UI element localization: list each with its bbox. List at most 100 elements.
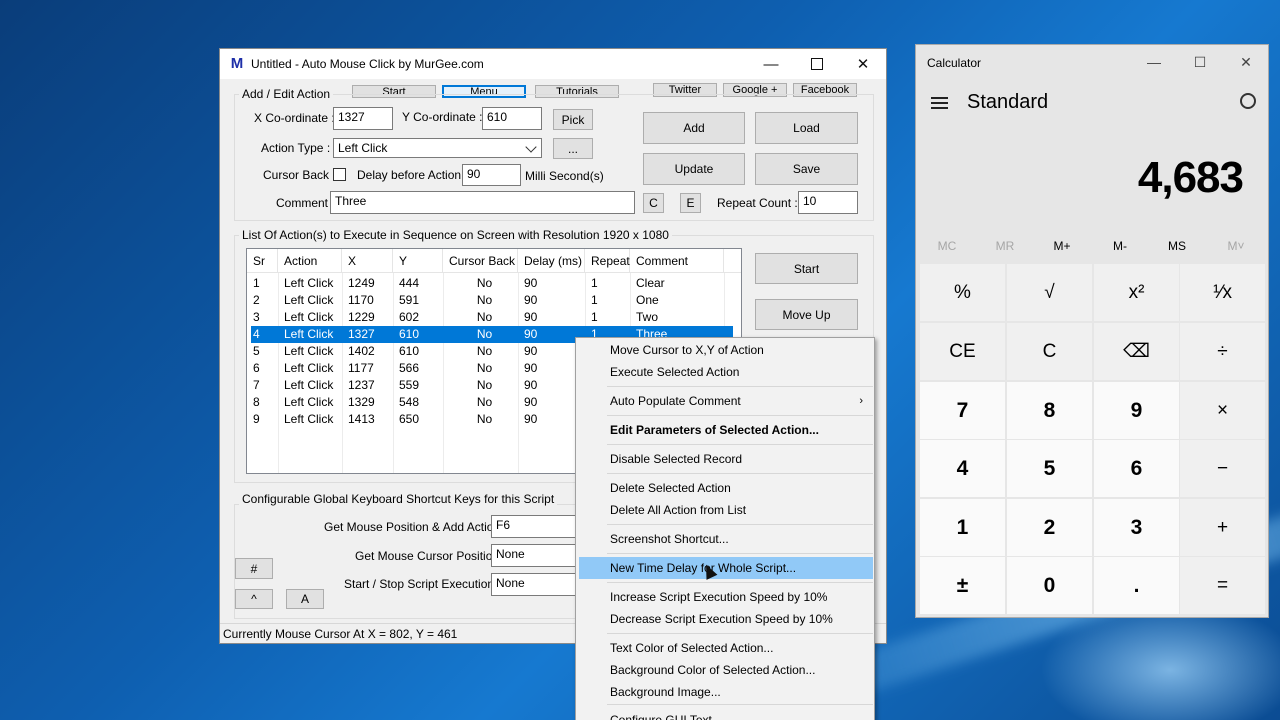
column-header-cursor-back[interactable]: Cursor Back <box>443 249 518 273</box>
cell-cursor-back: No <box>476 310 493 324</box>
comment-c-button[interactable]: C <box>643 193 664 213</box>
menu-item-new-time-delay-for-whole-script[interactable]: New Time Delay for Whole Script... <box>579 557 873 579</box>
table-row[interactable]: 2 Left Click 1170 591 No 90 1 One <box>251 292 733 309</box>
memory-button[interactable]: MS <box>1149 239 1205 253</box>
memory-button[interactable]: M+ <box>1034 239 1090 253</box>
start-stop-shortcut-input[interactable]: None <box>491 573 581 596</box>
menu-item-delete-all-action-from-list[interactable]: Delete All Action from List <box>579 499 873 521</box>
cell-x: 1229 <box>348 310 375 324</box>
menu-separator <box>607 386 873 387</box>
calc-key[interactable]: C <box>1007 323 1092 380</box>
comment-input[interactable]: Three <box>330 191 635 214</box>
y-coordinate-input[interactable]: 610 <box>482 107 542 130</box>
action-type-select[interactable]: Left Click <box>333 138 542 158</box>
menu-item-disable-selected-record[interactable]: Disable Selected Record <box>579 448 873 470</box>
update-button[interactable]: Update <box>643 153 745 185</box>
column-header-delay[interactable]: Delay (ms) <box>518 249 585 273</box>
menu-item-execute-selected-action[interactable]: Execute Selected Action <box>579 361 873 383</box>
menu-item-move-cursor-to-x-y-of-action[interactable]: Move Cursor to X,Y of Action <box>579 339 873 361</box>
memory-button[interactable]: M˅ <box>1208 239 1264 253</box>
calc-key[interactable]: 3 <box>1094 499 1179 556</box>
menu-separator <box>607 415 873 416</box>
calc-key[interactable]: 1 <box>920 499 1005 556</box>
pick-button[interactable]: Pick <box>553 109 593 130</box>
memory-button[interactable]: M- <box>1092 239 1148 253</box>
calc-key[interactable]: ⌫ <box>1094 323 1179 380</box>
calc-key[interactable]: ÷ <box>1180 323 1265 380</box>
column-header-action[interactable]: Action <box>278 249 342 273</box>
calc-key[interactable]: % <box>920 264 1005 321</box>
calc-key[interactable]: = <box>1180 557 1265 614</box>
menu-item-screenshot-shortcut[interactable]: Screenshot Shortcut... <box>579 528 873 550</box>
calc-key[interactable]: + <box>1180 499 1265 556</box>
cell-y: 610 <box>399 327 420 341</box>
calc-key[interactable]: ¹⁄x <box>1180 264 1265 321</box>
column-header-y[interactable]: Y <box>393 249 443 273</box>
delay-label: Delay before Action : <box>357 168 468 182</box>
calc-close-icon[interactable]: ✕ <box>1223 45 1269 79</box>
cell-sr: 8 <box>253 395 260 409</box>
menu-item-delete-selected-action[interactable]: Delete Selected Action <box>579 477 873 499</box>
calc-key[interactable]: 6 <box>1094 440 1179 497</box>
calc-key[interactable]: − <box>1180 440 1265 497</box>
comment-e-button[interactable]: E <box>680 193 701 213</box>
calc-key[interactable]: 4 <box>920 440 1005 497</box>
menu-item-increase-script-execution-speed-by-10[interactable]: Increase Script Execution Speed by 10% <box>579 586 873 608</box>
add-button[interactable]: Add <box>643 112 745 144</box>
cursor-position-shortcut-input[interactable]: None <box>491 544 581 567</box>
column-header-repeat[interactable]: Repeat <box>585 249 630 273</box>
a-button[interactable]: A <box>286 589 324 609</box>
minimize-icon[interactable]: — <box>748 49 794 80</box>
calc-key[interactable]: 7 <box>920 382 1005 439</box>
calc-key[interactable]: 5 <box>1007 440 1092 497</box>
cursor-back-checkbox[interactable] <box>333 168 346 181</box>
list-header: Sr Action X Y Cursor Back Delay (ms) Rep… <box>247 249 741 273</box>
cell-repeat: 1 <box>591 276 598 290</box>
menu-item-background-color-of-selected-action[interactable]: Background Color of Selected Action... <box>579 659 873 681</box>
menu-separator <box>607 582 873 583</box>
calc-key[interactable]: 2 <box>1007 499 1092 556</box>
close-icon[interactable]: ✕ <box>840 49 886 80</box>
move-up-button[interactable]: Move Up <box>755 299 858 330</box>
menu-item-auto-populate-comment[interactable]: Auto Populate Comment › <box>579 390 873 412</box>
calc-key[interactable]: 8 <box>1007 382 1092 439</box>
menu-item-configure-gui-text[interactable]: Configure GUI Text... <box>579 709 873 720</box>
maximize-icon[interactable] <box>794 49 840 80</box>
calc-key[interactable]: × <box>1180 382 1265 439</box>
hamburger-menu-icon[interactable] <box>931 97 948 112</box>
memory-button[interactable]: MR <box>977 239 1033 253</box>
menu-item-text-color-of-selected-action[interactable]: Text Color of Selected Action... <box>579 637 873 659</box>
memory-button[interactable]: MC <box>919 239 975 253</box>
load-button[interactable]: Load <box>755 112 858 144</box>
calc-key[interactable]: 9 <box>1094 382 1179 439</box>
calc-key[interactable]: CE <box>920 323 1005 380</box>
menu-item-decrease-script-execution-speed-by-10[interactable]: Decrease Script Execution Speed by 10% <box>579 608 873 630</box>
delay-input[interactable]: 90 <box>462 164 521 186</box>
history-icon[interactable] <box>1240 93 1256 109</box>
calc-key[interactable]: . <box>1094 557 1179 614</box>
start-script-button[interactable]: Start <box>755 253 858 284</box>
repeat-count-input[interactable]: 10 <box>798 191 858 214</box>
table-row[interactable]: 1 Left Click 1249 444 No 90 1 Clear <box>251 275 733 292</box>
shortcut-group-title: Configurable Global Keyboard Shortcut Ke… <box>239 492 558 506</box>
action-options-button[interactable]: ... <box>553 138 593 159</box>
calc-maximize-icon[interactable]: ☐ <box>1177 45 1223 79</box>
table-row[interactable]: 3 Left Click 1229 602 No 90 1 Two <box>251 309 733 326</box>
column-header-sr[interactable]: Sr <box>247 249 278 273</box>
calc-key[interactable]: √ <box>1007 264 1092 321</box>
menu-item-background-image[interactable]: Background Image... <box>579 681 873 703</box>
calc-minimize-icon[interactable]: — <box>1131 45 1177 79</box>
column-header-comment[interactable]: Comment <box>630 249 724 273</box>
hash-button[interactable]: # <box>235 558 273 579</box>
calc-key[interactable]: 0 <box>1007 557 1092 614</box>
menu-item-edit-parameters-of-selected-action[interactable]: Edit Parameters of Selected Action... <box>579 419 873 441</box>
cell-sr: 2 <box>253 293 260 307</box>
save-button[interactable]: Save <box>755 153 858 185</box>
get-position-shortcut-input[interactable]: F6 <box>491 515 581 538</box>
menu-item-label: Move Cursor to X,Y of Action <box>610 343 764 357</box>
x-coordinate-input[interactable]: 1327 <box>333 107 393 130</box>
calc-key[interactable]: x² <box>1094 264 1179 321</box>
column-header-x[interactable]: X <box>342 249 393 273</box>
caret-button[interactable]: ^ <box>235 589 273 609</box>
calc-key[interactable]: ± <box>920 557 1005 614</box>
